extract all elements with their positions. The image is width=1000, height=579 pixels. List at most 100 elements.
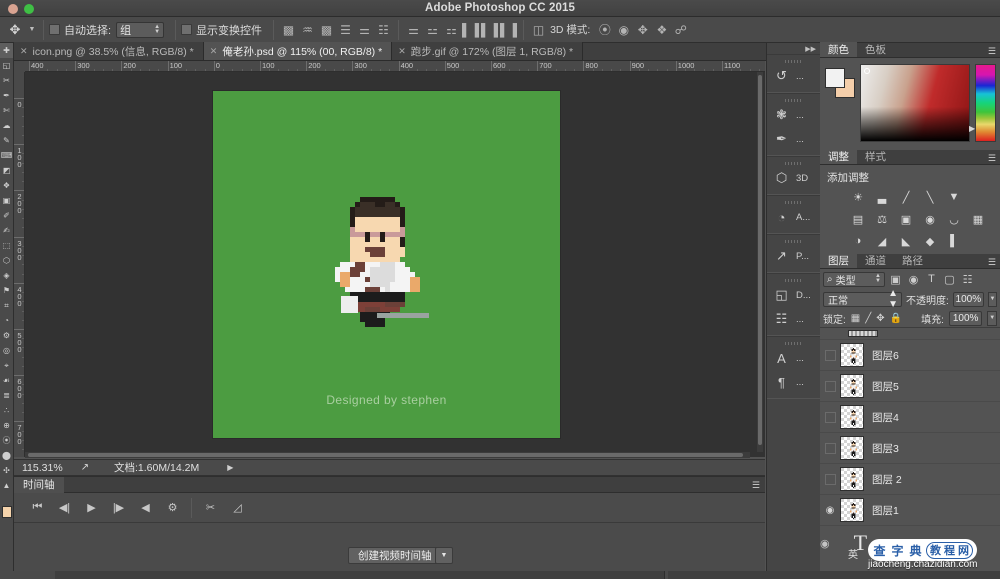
- layer-row[interactable]: 图层5: [820, 371, 1000, 402]
- layer-list[interactable]: 图层6 图层5 图层4 图层3 图层 2 ◉ 图层1 ◉ T 英: [820, 328, 1000, 561]
- invert-icon[interactable]: ◑: [848, 233, 868, 249]
- eye-hidden-icon[interactable]: [820, 349, 840, 361]
- tool-item-25[interactable]: ⊕: [0, 418, 13, 433]
- align-top-edges-icon[interactable]: ☰: [336, 20, 355, 40]
- tab-paths[interactable]: 路径: [894, 253, 931, 268]
- tab-swatches[interactable]: 色板: [857, 42, 894, 57]
- filter-adjustment-icon[interactable]: ◉: [906, 273, 921, 286]
- left-toolbar[interactable]: ✚ ◱ ✂ ✒ ✄ ☁ ✎ ⌨ ◩ ❖ ▣ ✐ ✍ ⬚ ⬡ ◈ ⚑ ⌗ ◔ ⚙ ◎ ⌖ ☙ ≣ ∴ ⊕ ⦿ ⬤ ✣ ▲: [0, 43, 14, 579]
- visibility-checkbox[interactable]: [824, 442, 836, 454]
- panel-menu-icon[interactable]: ☰: [988, 46, 996, 57]
- tab-adjustments[interactable]: 调整: [820, 149, 857, 164]
- roll-3d-icon[interactable]: ◉: [614, 20, 633, 40]
- distribute-horizontal-centers-icon[interactable]: ▌▐: [480, 20, 499, 40]
- horizontal-ruler[interactable]: 400 300 200 100 0 100 200 300 400 500 600 700 800 900…: [25, 61, 765, 72]
- photo-filter-icon[interactable]: ◉: [920, 211, 940, 227]
- document-tab-active[interactable]: ✕ 俺老孙.psd @ 115% (00, RGB/8) *: [203, 42, 393, 60]
- tool-item-24[interactable]: ∴: [0, 403, 13, 418]
- color-balance-icon[interactable]: ⚖: [872, 211, 892, 227]
- filter-type-icon[interactable]: T: [924, 273, 939, 285]
- tool-item-14[interactable]: ⬡: [0, 253, 13, 268]
- gradient-map-icon[interactable]: ◆: [920, 233, 940, 249]
- eye-visible-icon[interactable]: ◉: [820, 505, 840, 516]
- opacity-slider-arrow-icon[interactable]: ▼: [987, 291, 997, 307]
- rail-item-measurement-log-icon[interactable]: ☷...: [767, 307, 820, 331]
- align-distribute-panel-icon[interactable]: ◫: [529, 20, 548, 40]
- scrollbar-thumb[interactable]: [758, 75, 762, 445]
- layer-name[interactable]: 图层 2: [872, 472, 902, 487]
- tool-item-18[interactable]: ◔: [0, 313, 13, 328]
- tool-item-27[interactable]: ⬤: [0, 448, 13, 463]
- document-tab-icon-png[interactable]: ✕ icon.png @ 38.5% (信息, RGB/8) *: [14, 42, 204, 60]
- filter-smart-object-icon[interactable]: ☷: [960, 273, 975, 286]
- tool-item-10[interactable]: ▣: [0, 193, 13, 208]
- canvas-vertical-scrollbar[interactable]: [757, 72, 763, 452]
- auto-select-dropdown[interactable]: 组 ▲ ▼: [116, 21, 165, 38]
- rail-item-cube-3d-icon[interactable]: ⬡ 3D: [767, 166, 820, 190]
- zoom-level[interactable]: 115.31%: [14, 462, 76, 474]
- split-clip-icon[interactable]: ✂: [197, 497, 224, 519]
- tool-item-21[interactable]: ⌖: [0, 358, 13, 373]
- tool-item-5[interactable]: ☁: [0, 118, 13, 133]
- tab-styles[interactable]: 样式: [857, 149, 894, 164]
- layer-row[interactable]: 图层6: [820, 340, 1000, 371]
- layer-name[interactable]: 图层3: [872, 441, 899, 456]
- document-tab-gif[interactable]: ✕ 跑步.gif @ 172% (图层 1, RGB/8) *: [392, 42, 584, 60]
- lock-all-icon[interactable]: 🔒: [890, 313, 902, 324]
- show-transform-checkbox[interactable]: [181, 24, 193, 35]
- visibility-checkbox[interactable]: [824, 349, 836, 361]
- share-icon[interactable]: ↗: [76, 462, 94, 473]
- tool-item-11[interactable]: ✐: [0, 208, 13, 223]
- close-icon[interactable]: ✕: [398, 46, 406, 57]
- foreground-color-swatch[interactable]: [2, 506, 12, 518]
- auto-select-checkbox[interactable]: [49, 24, 60, 35]
- color-lookup-icon[interactable]: ▦: [968, 211, 988, 227]
- close-icon[interactable]: ✕: [210, 46, 218, 57]
- layer-filter-dropdown[interactable]: ⌕ 类型 ▲ ▼: [823, 271, 885, 287]
- tab-timeline[interactable]: 时间轴: [14, 476, 64, 493]
- chevron-right-icon[interactable]: ▶: [227, 463, 233, 472]
- layer-row[interactable]: 图层3: [820, 433, 1000, 464]
- create-video-timeline-button[interactable]: 创建视频时间轴: [348, 547, 442, 564]
- tool-options-caret-icon[interactable]: ▼: [26, 26, 38, 33]
- tool-item-29[interactable]: ▲: [0, 478, 13, 493]
- distribute-left-edges-icon[interactable]: ▌▐: [461, 20, 480, 40]
- rail-item-actions-icon[interactable]: ◔ A...: [767, 205, 820, 229]
- panel-menu-icon[interactable]: ☰: [988, 257, 996, 268]
- align-left-edges-icon[interactable]: ▩: [279, 20, 298, 40]
- tool-item-28[interactable]: ✣: [0, 463, 13, 478]
- rail-item-brushes-icon[interactable]: ❃...: [767, 103, 820, 127]
- next-frame-icon[interactable]: |▶: [105, 497, 132, 519]
- scrollbar-thumb[interactable]: [28, 453, 743, 457]
- panel-menu-icon[interactable]: ☰: [752, 480, 760, 491]
- orbit-3d-icon[interactable]: ⦿: [595, 20, 614, 40]
- eye-hidden-icon[interactable]: [820, 442, 840, 454]
- eye-hidden-icon[interactable]: [820, 473, 840, 485]
- color-field[interactable]: [860, 64, 970, 142]
- canvas-area[interactable]: Designed by stephen: [25, 72, 765, 457]
- settings-gear-icon[interactable]: ⚙: [159, 497, 186, 519]
- pan-3d-icon[interactable]: ✥: [633, 20, 652, 40]
- eye-hidden-icon[interactable]: [820, 411, 840, 423]
- show-transform-option[interactable]: 显示变换控件: [181, 22, 262, 38]
- previous-frame-icon[interactable]: ◀|: [51, 497, 78, 519]
- layer-row[interactable]: ◉ 图层1: [820, 495, 1000, 526]
- tab-color[interactable]: 颜色: [820, 42, 857, 57]
- fill-slider-arrow-icon[interactable]: ▼: [987, 310, 997, 326]
- tool-item-22[interactable]: ☙: [0, 373, 13, 388]
- color-ramp[interactable]: [975, 64, 996, 142]
- tool-item-26[interactable]: ⦿: [0, 433, 13, 448]
- tool-item-8[interactable]: ◩: [0, 163, 13, 178]
- lock-image-pixels-icon[interactable]: ╱: [865, 313, 871, 324]
- close-icon[interactable]: ✕: [20, 46, 28, 57]
- foreground-color-swatch[interactable]: [825, 68, 845, 88]
- tool-item-19[interactable]: ⚙: [0, 328, 13, 343]
- tool-item-23[interactable]: ≣: [0, 388, 13, 403]
- distribute-right-edges-icon[interactable]: ▌▐: [499, 20, 518, 40]
- posterize-icon[interactable]: ◢: [872, 233, 892, 249]
- curves-icon[interactable]: ╱: [896, 189, 916, 205]
- rail-item-device-preview-icon[interactable]: ◱ D...: [767, 283, 820, 307]
- visibility-checkbox[interactable]: [824, 380, 836, 392]
- layer-row-partial[interactable]: [820, 328, 1000, 340]
- channel-mixer-icon[interactable]: ◡: [944, 211, 964, 227]
